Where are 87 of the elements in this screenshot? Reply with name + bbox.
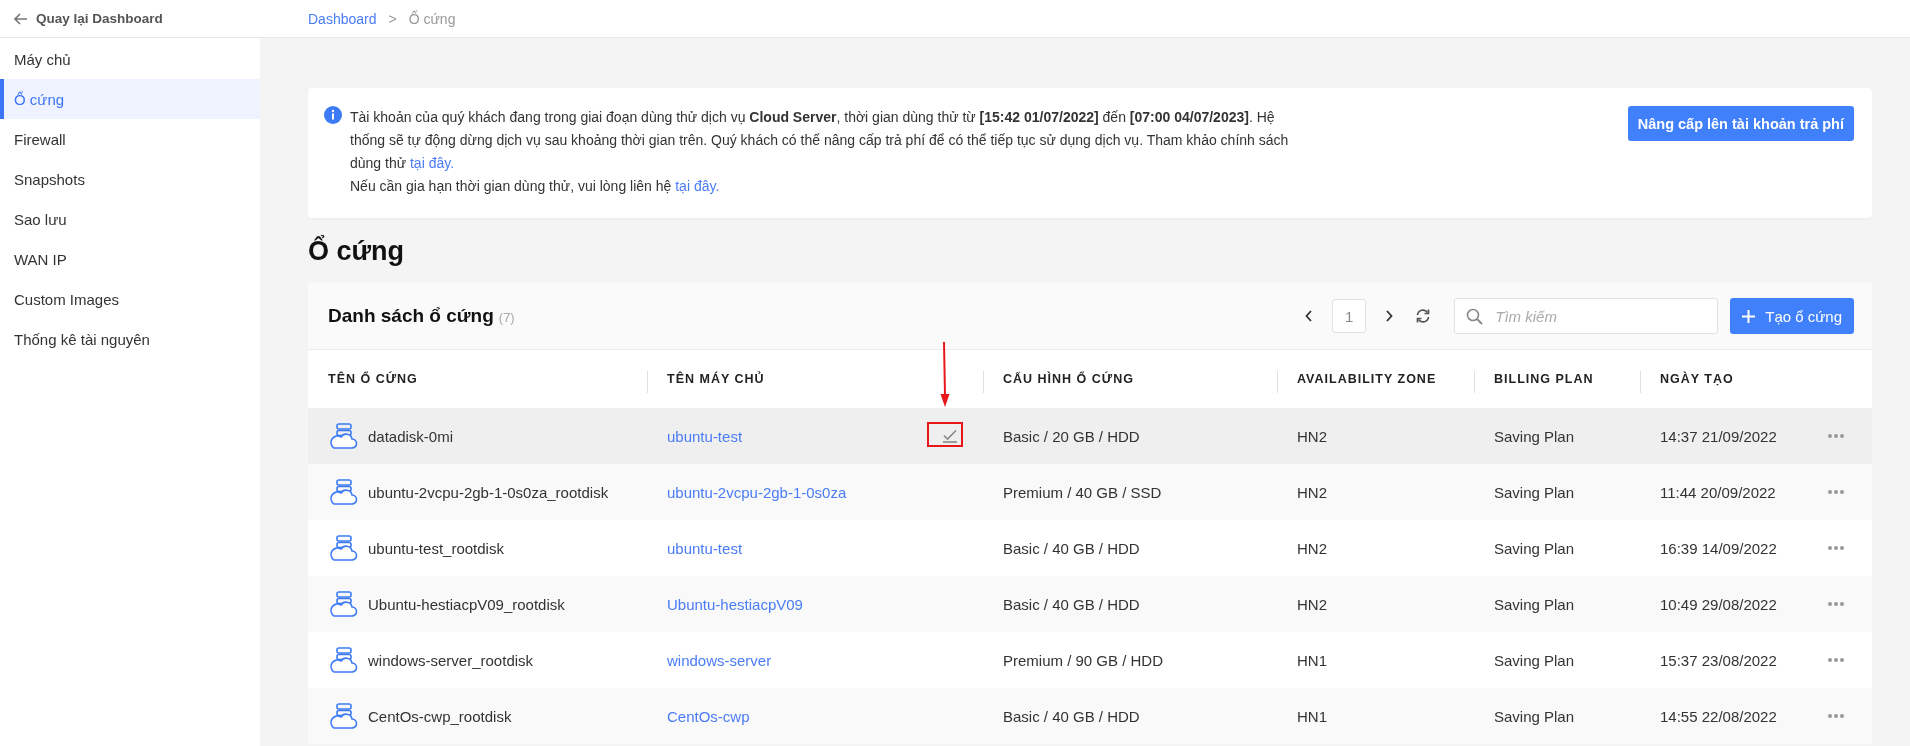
table-cell-text: Premium / 90 GB / HDD: [1002, 650, 1165, 671]
table-cell-text: Basic / 40 GB / HDD: [1002, 594, 1141, 615]
breadcrumb-current: Ổ cứng: [408, 10, 456, 27]
chevron-left-icon: [1305, 310, 1314, 322]
cloud-disk-icon: [328, 478, 358, 506]
page-field[interactable]: 1: [1332, 299, 1367, 333]
sidebar-item[interactable]: Custom Images: [0, 279, 260, 319]
sidebar-item[interactable]: Sao lưu: [0, 199, 260, 239]
table-cell-text: Basic / 40 GB / HDD: [1002, 706, 1141, 727]
item-count: (7): [498, 310, 515, 325]
table-cell: 11:44 20/09/2022: [1660, 483, 1776, 501]
refresh-icon: [1415, 308, 1432, 324]
check-icon[interactable]: [942, 429, 958, 443]
more-icon[interactable]: [1828, 490, 1844, 494]
table-cell-text: Premium / 40 GB / SSD: [1002, 482, 1163, 503]
column-header: BILLING PLAN: [1474, 350, 1640, 408]
page-title: Ổ cứng: [308, 236, 406, 267]
more-icon[interactable]: [1828, 546, 1844, 550]
disk-name: CentOs-cwp_rootdisk: [368, 707, 512, 725]
more-icon[interactable]: [1828, 658, 1844, 662]
table-cell-text: HN1: [1296, 706, 1328, 727]
table-cell-text: Saving Plan: [1493, 538, 1576, 559]
column-header: CẤU HÌNH Ổ CỨNG: [983, 350, 1277, 408]
column-header: AVAILABILITY ZONE: [1277, 350, 1474, 408]
annotation-arrow: [940, 342, 950, 408]
notice-text: Nếu cần gia hạn thời gian dùng thử, vui lòng liên hệ tại đây.: [350, 177, 721, 196]
table-cell-text: HN2: [1296, 482, 1328, 503]
column-header: NGÀY TẠO: [1640, 350, 1872, 408]
table-cell: 14:37 21/09/2022: [1660, 427, 1777, 445]
disk-name: ubuntu-test_rootdisk: [368, 539, 504, 557]
more-icon[interactable]: [1828, 714, 1844, 718]
notice-text: Tài khoản của quý khách đang trong giai đoạn dùng thử dịch vụ Cloud Server, thời gian dùng thử từ [15:42 01/07/2022] đến [07:00 04/07/2023]. Hệ thống sẽ tự động dừng dịch vụ sau khoảng thời gian trên. Quý khách có thể nâng cấp trả phí để có thể tiếp tục sử dụng dịch vụ. Tham khảo chính sách dùng thử tại đây.: [350, 108, 1290, 173]
upgrade-button[interactable]: Nâng cấp lên tài khoản trả phí: [1627, 106, 1854, 141]
info-icon: [324, 106, 342, 124]
table-cell-text: Saving Plan: [1493, 706, 1576, 727]
table-cell: 15:37 23/08/2022: [1660, 651, 1777, 669]
table-row[interactable]: Ubuntu-hestiacpV09_rootdisk Ubuntu-hestiacpV09 Basic / 40 GB / HDD HN2 Saving Plan 10:49 29/08/2022: [308, 576, 1872, 632]
breadcrumb-separator: >: [388, 10, 397, 27]
breadcrumb-link[interactable]: Dashboard: [308, 10, 377, 27]
sidebar-item[interactable]: Firewall: [0, 119, 260, 159]
disk-name: Ubuntu-hestiacpV09_rootdisk: [368, 595, 565, 613]
disk-name: ubuntu-2vcpu-2gb-1-0s0za_rootdisk: [368, 483, 609, 501]
table-row[interactable]: CentOs-cwp_rootdisk CentOs-cwp Basic / 40 GB / HDD HN1 Saving Plan 14:55 22/08/2022: [308, 688, 1872, 744]
table-cell: 16:39 14/09/2022: [1660, 539, 1777, 557]
plus-icon: [1742, 309, 1756, 323]
arrow-left-icon: [14, 12, 28, 25]
column-header: TÊN MÁY CHỦ: [647, 350, 983, 408]
create-disk-button[interactable]: Tạo ổ cứng: [1730, 298, 1854, 334]
disk-name: datadisk-0mi: [368, 427, 454, 445]
cloud-disk-icon: [328, 646, 358, 674]
sidebar-item[interactable]: Ổ cứng: [0, 79, 260, 119]
more-icon[interactable]: [1828, 602, 1844, 606]
server-link[interactable]: windows-server: [667, 651, 772, 669]
chevron-right-icon: [1385, 310, 1394, 322]
cloud-disk-icon: [328, 422, 358, 450]
table-cell-text: HN2: [1296, 426, 1328, 447]
cloud-disk-icon: [328, 590, 358, 618]
table-cell-text: HN1: [1296, 650, 1328, 671]
search-icon: [1466, 308, 1484, 325]
cloud-disk-icon: [328, 534, 358, 562]
table-cell: 14:55 22/08/2022: [1660, 707, 1777, 725]
table-cell-text: Basic / 40 GB / HDD: [1002, 538, 1141, 559]
server-link[interactable]: ubuntu-2vcpu-2gb-1-0s0za: [667, 483, 847, 501]
more-icon[interactable]: [1828, 434, 1844, 438]
server-link[interactable]: CentOs-cwp: [667, 707, 750, 725]
table-cell-text: Saving Plan: [1493, 482, 1576, 503]
sidebar-item[interactable]: Snapshots: [0, 159, 260, 199]
cloud-disk-icon: [328, 702, 358, 730]
disk-name: windows-server_rootdisk: [368, 651, 534, 669]
server-link[interactable]: Ubuntu-hestiacpV09: [667, 595, 803, 613]
table-cell: 10:49 29/08/2022: [1660, 595, 1777, 613]
column-header: TÊN Ổ CỨNG: [327, 370, 419, 388]
card-title: Danh sách ổ cứng: [328, 305, 494, 327]
search-field[interactable]: Tìm kiếm: [1454, 298, 1719, 334]
sidebar-item[interactable]: Máy chủ: [0, 39, 260, 79]
link[interactable]: tại đây.: [675, 178, 720, 194]
sidebar-item[interactable]: Thống kê tài nguyên: [0, 319, 260, 359]
table-row[interactable]: ubuntu-2vcpu-2gb-1-0s0za_rootdisk ubuntu-2vcpu-2gb-1-0s0za Premium / 40 GB / SSD HN2 Saving Plan 11:44 20/09/2022: [308, 464, 1872, 520]
table-cell-text: HN2: [1296, 538, 1328, 559]
table-cell-text: Saving Plan: [1493, 426, 1576, 447]
table-cell-text: Saving Plan: [1493, 650, 1576, 671]
table-cell-text: Saving Plan: [1493, 594, 1576, 615]
link[interactable]: tại đây.: [410, 155, 455, 171]
table-cell-text: HN2: [1296, 594, 1328, 615]
table-cell-text: Basic / 20 GB / HDD: [1002, 426, 1141, 447]
server-link[interactable]: ubuntu-test: [667, 539, 743, 557]
sidebar-item[interactable]: WAN IP: [0, 239, 260, 279]
